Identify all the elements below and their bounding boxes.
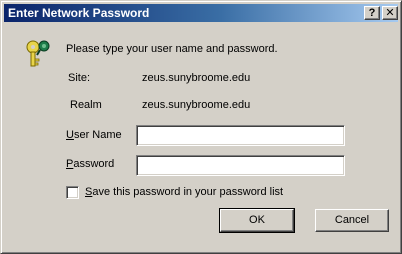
username-field[interactable] (136, 125, 345, 146)
instruction-text: Please type your user name and password. (66, 43, 278, 55)
ok-button-label: OK (249, 214, 265, 226)
username-label: User Name (66, 129, 122, 141)
close-button[interactable]: ✕ (382, 6, 398, 20)
save-password-checkbox[interactable] (66, 186, 79, 199)
title-bar[interactable]: Enter Network Password ? ✕ (4, 4, 398, 22)
realm-value: zeus.sunybroome.edu (142, 99, 251, 111)
save-password-label[interactable]: Save this password in your password list (85, 186, 283, 198)
username-accesskey: U (66, 129, 74, 141)
ok-button[interactable]: OK (219, 208, 295, 233)
password-field[interactable] (136, 155, 345, 176)
password-input[interactable] (137, 156, 344, 175)
close-icon: ✕ (385, 7, 395, 19)
realm-label: Realm (70, 99, 102, 111)
save-password-label-text: ave this password in your password list (92, 186, 284, 198)
username-label-text: ser Name (73, 129, 122, 141)
keys-icon (26, 40, 50, 67)
site-value: zeus.sunybroome.edu (142, 72, 251, 84)
username-input[interactable] (137, 126, 344, 145)
cancel-button[interactable]: Cancel (315, 209, 389, 232)
help-icon: ? (368, 7, 376, 19)
help-button[interactable]: ? (364, 6, 380, 20)
cancel-button-label: Cancel (334, 214, 370, 226)
password-dialog: Enter Network Password ? ✕ Please type y… (0, 0, 402, 254)
password-label: Password (66, 158, 114, 170)
password-label-text: assword (73, 158, 115, 170)
window-title: Enter Network Password (8, 6, 150, 20)
site-label: Site: (68, 72, 91, 84)
